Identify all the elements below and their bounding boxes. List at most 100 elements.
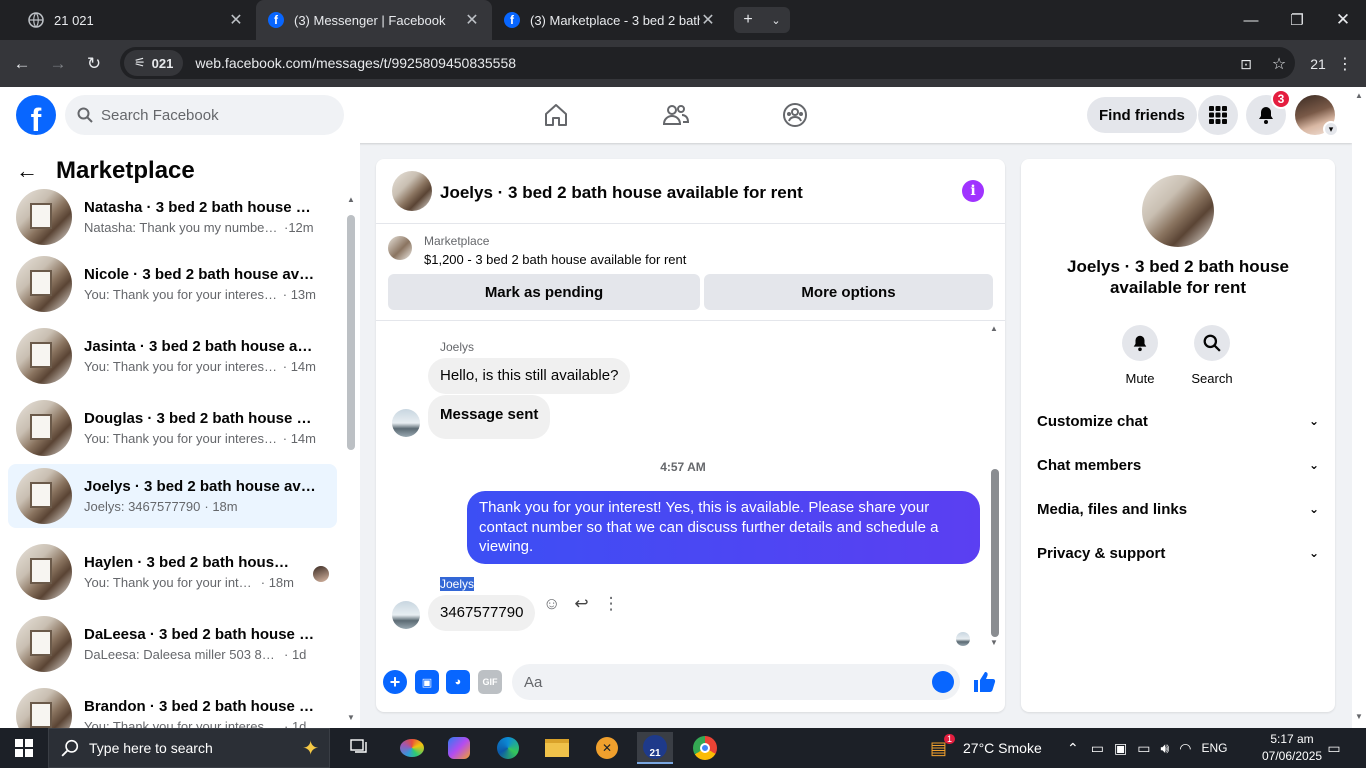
network-icon[interactable]: ▣ (1114, 740, 1127, 757)
chrome-icon[interactable] (687, 732, 723, 764)
chevron-down-icon[interactable]: ▾ (1323, 121, 1339, 137)
chevron-down-icon[interactable]: ⌄ (771, 14, 780, 27)
site-info-chip[interactable]: ⚟ 021 (124, 50, 184, 76)
scroll-down-icon[interactable]: ▼ (990, 638, 998, 647)
friends-icon[interactable] (662, 101, 690, 129)
language-indicator[interactable]: ENG (1201, 741, 1227, 755)
scrollbar-thumb[interactable] (347, 215, 355, 450)
profile-avatar[interactable]: ▾ (1295, 95, 1339, 137)
notification-center-icon[interactable]: ▭ (1322, 728, 1346, 768)
close-icon[interactable]: ✕ (700, 10, 716, 30)
forward-icon[interactable]: → (45, 51, 71, 77)
gif-icon[interactable]: GIF (478, 670, 502, 694)
plus-circle-icon[interactable]: + (383, 670, 407, 694)
weather-widget[interactable]: ▤ 1 27°C Smoke (930, 728, 1042, 768)
battery-icon[interactable]: ▭ (1137, 740, 1150, 757)
conversation-item[interactable]: Natasha · 3 bed 2 bath house available f… (8, 185, 337, 249)
chevron-up-icon[interactable]: ⌃ (1067, 740, 1079, 757)
speaker-icon[interactable]: 🔊︎ (1160, 740, 1169, 757)
customize-chat-section[interactable]: Customize chat ⌄ (1037, 399, 1319, 443)
listing-price-title[interactable]: $1,200 - 3 bed 2 bath house available fo… (424, 252, 686, 267)
scroll-down-icon[interactable]: ▼ (347, 713, 355, 722)
close-icon[interactable]: ✕ (464, 10, 480, 30)
meet-now-icon[interactable]: ▭ (1091, 740, 1104, 757)
taskbar-clock[interactable]: 5:17 am 07/06/2025 (1262, 731, 1322, 765)
tab-marketplace[interactable]: f (3) Marketplace - 3 bed 2 bath house ✕ (492, 0, 728, 40)
url-text[interactable]: web.facebook.com/messages/t/992580945083… (195, 55, 516, 71)
file-explorer-icon[interactable] (539, 732, 575, 764)
outgoing-message[interactable]: Thank you for your interest! Yes, this i… (467, 491, 980, 564)
more-options-button[interactable]: More options (704, 274, 993, 310)
close-icon[interactable]: ✕ (228, 10, 244, 30)
close-window-icon[interactable]: ✕ (1320, 0, 1366, 40)
conversation-item[interactable]: Douglas · 3 bed 2 bath house available f… (8, 396, 337, 460)
scroll-down-icon[interactable]: ▼ (1355, 712, 1363, 721)
incoming-message[interactable]: 3467577790 (428, 595, 536, 631)
menu-grid-icon[interactable] (1198, 95, 1238, 135)
task-view-icon[interactable] (342, 732, 378, 764)
sender-avatar[interactable] (392, 409, 420, 437)
tab-messenger[interactable]: f (3) Messenger | Facebook ✕ (256, 0, 492, 40)
conversation-item[interactable]: Nicole · 3 bed 2 bath house available fo… (8, 252, 337, 316)
sidebar-scrollbar[interactable]: ▲ ▼ (347, 195, 355, 728)
mark-as-pending-button[interactable]: Mark as pending (388, 274, 700, 310)
emoji-icon[interactable] (932, 671, 954, 693)
taskbar-search-input[interactable]: Type here to search ✦ (48, 728, 330, 768)
reply-icon[interactable]: ↩ (574, 594, 588, 614)
conversation-item[interactable]: Brandon · 3 bed 2 bath house available f… (8, 684, 337, 728)
find-friends-button[interactable]: Find friends (1087, 97, 1197, 133)
plus-icon[interactable]: + (743, 11, 752, 29)
star-icon[interactable]: ☆ (1266, 51, 1292, 77)
xampp-icon[interactable]: ✕ (589, 732, 625, 764)
chat-scrollbar[interactable]: ▲ ▼ (990, 324, 1000, 649)
listing-large-thumbnail[interactable] (1142, 175, 1214, 247)
scroll-up-icon[interactable]: ▲ (1355, 91, 1363, 100)
restore-icon[interactable]: ❐ (1274, 0, 1320, 40)
back-arrow-icon[interactable]: ← (16, 158, 38, 184)
app-21-icon[interactable]: 21 (637, 732, 673, 764)
incoming-message[interactable]: Message sent (428, 395, 551, 439)
thumbs-up-icon[interactable] (972, 670, 996, 694)
copilot-icon[interactable] (441, 732, 477, 764)
windows-start-icon[interactable] (0, 728, 48, 768)
info-icon[interactable]: i (962, 180, 984, 202)
kebab-menu-icon[interactable]: ⋮ (1332, 51, 1358, 77)
scrollbar-thumb[interactable] (991, 469, 999, 637)
scroll-up-icon[interactable]: ▲ (990, 324, 998, 333)
conversation-item[interactable]: Jasinta · 3 bed 2 bath house available f… (8, 324, 337, 388)
reload-icon[interactable]: ↻ (81, 51, 107, 77)
groups-icon[interactable] (781, 101, 809, 129)
conversation-item-active[interactable]: Joelys · 3 bed 2 bath house available fo… (8, 464, 337, 528)
scroll-up-icon[interactable]: ▲ (347, 195, 355, 204)
search-in-chat-button[interactable]: Search (1182, 325, 1242, 386)
conversation-item[interactable]: DaLeesa · 3 bed 2 bath house available f… (8, 612, 337, 676)
conversation-item[interactable]: Haylen · 3 bed 2 bath house available fo… (8, 540, 337, 604)
wifi-icon[interactable]: ◠ (1179, 740, 1191, 757)
chat-title[interactable]: Joelys · 3 bed 2 bath house available fo… (440, 183, 803, 203)
sticker-icon[interactable]: ◕ (446, 670, 470, 694)
facebook-search-input[interactable]: Search Facebook (65, 95, 344, 135)
new-tab-button[interactable]: + ⌄ (734, 7, 790, 33)
back-icon[interactable]: ← (9, 51, 35, 77)
more-vertical-icon[interactable]: ⋮ (603, 594, 620, 614)
home-icon[interactable] (542, 101, 570, 129)
mute-button[interactable]: Mute (1110, 325, 1170, 386)
page-scrollbar[interactable]: ▲ ▼ (1352, 87, 1366, 728)
chat-members-section[interactable]: Chat members ⌄ (1037, 443, 1319, 487)
install-icon[interactable]: ⊡ (1233, 51, 1259, 77)
message-input[interactable]: Aa (512, 664, 960, 700)
chat-thumbnail[interactable] (392, 171, 432, 211)
profile-number[interactable]: 21 (1305, 51, 1331, 77)
sender-avatar[interactable] (392, 601, 420, 629)
media-files-links-section[interactable]: Media, files and links ⌄ (1037, 487, 1319, 531)
photo-icon[interactable]: ▣ (415, 670, 439, 694)
privacy-support-section[interactable]: Privacy & support ⌄ (1037, 531, 1319, 575)
incoming-message[interactable]: Hello, is this still available? (428, 358, 631, 394)
minimize-icon[interactable]: — (1228, 0, 1274, 40)
edge-browser-icon[interactable] (490, 732, 526, 764)
paint-app-icon[interactable] (394, 732, 430, 764)
facebook-logo-icon[interactable]: f (16, 95, 56, 135)
react-emoji-icon[interactable]: ☺ (543, 594, 560, 614)
omnibox[interactable]: ⚟ 021 web.facebook.com/messages/t/992580… (120, 47, 1295, 79)
tab-21[interactable]: 21 021 ✕ (16, 0, 256, 40)
